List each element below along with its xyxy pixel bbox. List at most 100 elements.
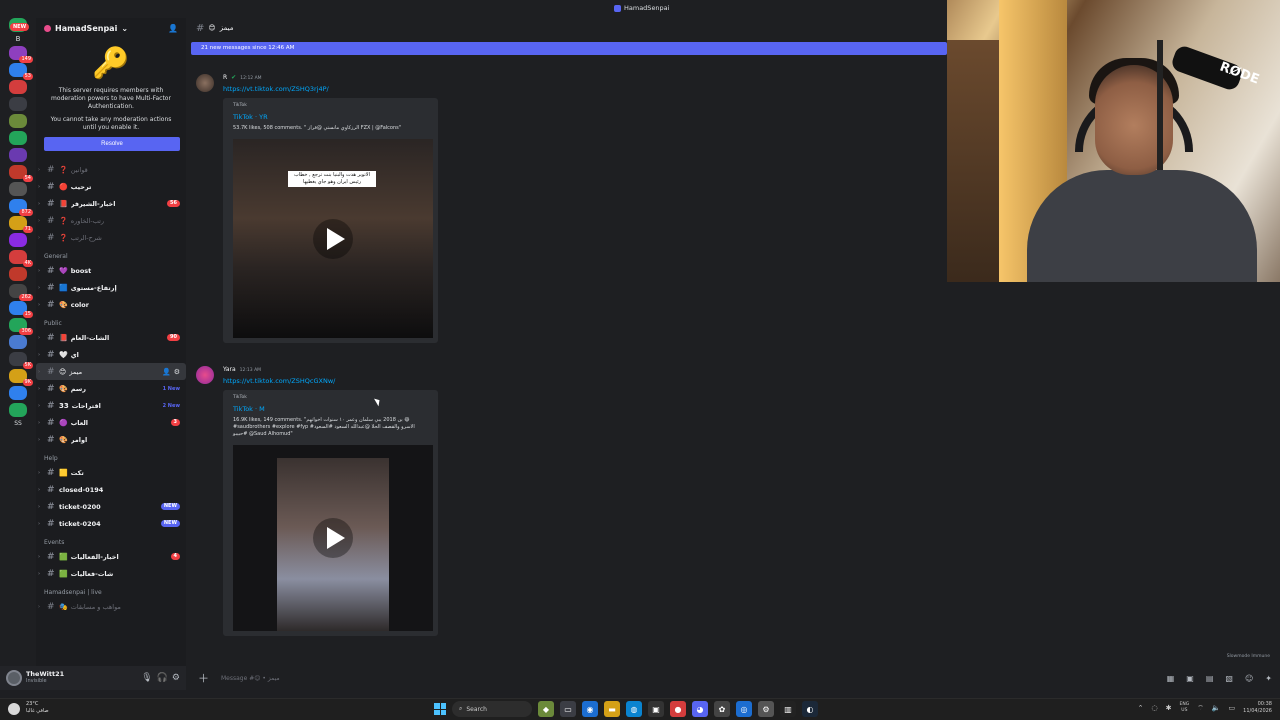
weather-widget[interactable]: 23°C صافي غالبا [26, 701, 49, 715]
avatar[interactable] [6, 670, 22, 686]
server-header[interactable]: HamadSenpai ⌄ 👤 [36, 18, 186, 38]
channel-item[interactable]: › # 🎭 مواهب و مسابقات [36, 598, 186, 615]
gift-icon[interactable]: ▣ [1186, 674, 1194, 683]
channel-item[interactable]: › # 💜 boost [36, 262, 186, 279]
settings-icon[interactable]: ⚙ [758, 701, 774, 717]
channel-item[interactable]: › # ticket-0204 NEW [36, 515, 186, 532]
gear-icon[interactable]: ⚙ [172, 673, 180, 683]
video-preview[interactable] [233, 445, 433, 631]
browser-icon[interactable]: ◉ [582, 701, 598, 717]
channel-item[interactable]: › # ticket-0200 NEW [36, 498, 186, 515]
server-icon[interactable] [9, 386, 27, 400]
channel-item[interactable]: › # 🟩 اخبار-الفعاليات 4 [36, 548, 186, 565]
server-icon[interactable]: 53 [9, 63, 33, 80]
channel-item[interactable]: › # ❓ رتب-الخاوره [36, 212, 186, 229]
server-icon[interactable]: 71 [9, 216, 33, 233]
embed-title[interactable]: TikTok · M [233, 405, 430, 413]
play-icon[interactable] [313, 218, 353, 259]
terminal-icon[interactable]: ▥ [780, 701, 796, 717]
channel-item[interactable]: › # 🔴 ترحيب [36, 178, 186, 195]
microphone-icon[interactable]: 🎙 [141, 673, 152, 683]
embed-title[interactable]: TikTok · YR [233, 113, 430, 121]
discord-icon[interactable]: ◕ [692, 701, 708, 717]
emoji-icon[interactable]: ☺ [1245, 674, 1253, 683]
server-icon[interactable] [9, 335, 27, 349]
add-member-icon[interactable]: 👤 [168, 24, 178, 33]
server-icon[interactable] [9, 267, 27, 281]
channel-item[interactable]: › # ❓ قوانين [36, 161, 186, 178]
message-author[interactable]: Yara [223, 366, 236, 373]
category-header[interactable]: General [36, 246, 186, 262]
invite-icon[interactable]: 👤 [162, 368, 171, 376]
server-icon[interactable]: 4K [9, 250, 33, 267]
apps-icon[interactable]: ▦ [1167, 674, 1175, 683]
channel-item[interactable]: › # 😊 ميمز 👤 ⚙ [36, 363, 186, 380]
server-icon[interactable] [9, 131, 27, 145]
bluetooth-icon[interactable]: ✱ [1166, 704, 1172, 712]
channel-item[interactable]: › # 🤍 اي [36, 346, 186, 363]
channel-item[interactable]: › # 🎨 color [36, 296, 186, 313]
server-icon[interactable] [9, 80, 27, 94]
channel-item[interactable]: › # 🟨 تكت [36, 464, 186, 481]
avatar[interactable] [196, 74, 214, 92]
server-icon[interactable]: 15 [9, 301, 33, 318]
gif-icon[interactable]: ▤ [1206, 674, 1214, 683]
file-explorer-icon[interactable]: ▬ [604, 701, 620, 717]
gear-icon[interactable]: ⚙ [174, 368, 180, 376]
resolve-button[interactable]: Resolve [44, 137, 180, 151]
server-icon[interactable]: 9K [9, 369, 33, 386]
widget-app-icon[interactable]: ◆ [538, 701, 554, 717]
activities-icon[interactable]: ✦ [1265, 674, 1272, 683]
server-icon[interactable]: 149 [9, 46, 33, 63]
headphones-icon[interactable]: 🎧 [157, 673, 168, 683]
category-header[interactable]: Public [36, 313, 186, 329]
channel-item[interactable]: › # 🟣 العاب 3 [36, 414, 186, 431]
avatar[interactable] [196, 366, 214, 384]
channel-item[interactable]: › # 🎨 اوامر [36, 431, 186, 448]
app-red-icon[interactable]: ● [670, 701, 686, 717]
language-indicator[interactable]: ENG US [1180, 702, 1190, 714]
edge-icon[interactable]: ◍ [626, 701, 642, 717]
app-gray-icon[interactable]: ✿ [714, 701, 730, 717]
server-icon[interactable] [9, 233, 27, 247]
sticker-icon[interactable]: ▧ [1225, 674, 1233, 683]
server-icon[interactable]: 54 [9, 165, 33, 182]
clock[interactable]: 00:38 11/04/2026 [1243, 701, 1272, 715]
server-letter[interactable]: B [16, 35, 21, 43]
category-header[interactable]: Help [36, 448, 186, 464]
server-icon[interactable]: 5K [9, 352, 33, 369]
windows-start-icon[interactable] [434, 703, 446, 715]
store-icon[interactable]: ▣ [648, 701, 664, 717]
wifi-icon[interactable]: ⌔ [1197, 704, 1204, 713]
category-header[interactable]: Events [36, 532, 186, 548]
play-icon[interactable] [313, 518, 353, 558]
new-messages-bar[interactable]: 21 new messages since 12:46 AM [191, 42, 947, 55]
channel-item[interactable]: › # 🟩 شات-فعاليات [36, 565, 186, 582]
server-shortcut[interactable]: SS [14, 420, 22, 428]
add-attachment-icon[interactable]: ＋ [198, 670, 209, 686]
server-icon[interactable] [9, 403, 27, 417]
message-input[interactable]: Message #😊 • ميمز [221, 675, 1155, 682]
server-icon[interactable] [9, 114, 27, 128]
task-view-icon[interactable]: ▭ [560, 701, 576, 717]
server-icon[interactable]: 262 [9, 284, 33, 301]
channel-item[interactable]: › # ❓ شرح-الرتب [36, 229, 186, 246]
channel-item[interactable]: › #33 اقتراحات 2 New [36, 397, 186, 414]
network-icon[interactable]: ◌ [1152, 704, 1158, 712]
channel-item[interactable]: › # closed-0194 [36, 481, 186, 498]
channel-item[interactable]: › # 📕 الشات-العام 90 [36, 329, 186, 346]
channel-item[interactable]: › # 📕 اخبار-الشيرفر 56 [36, 195, 186, 212]
server-icon[interactable] [9, 148, 27, 162]
server-icon[interactable]: 872 [9, 199, 33, 216]
steam-icon[interactable]: ◐ [802, 701, 818, 717]
chevron-up-icon[interactable]: ⌃ [1138, 704, 1144, 712]
channel-item[interactable]: › # 🎨 رسم 1 New [36, 380, 186, 397]
battery-icon[interactable]: ▭ [1229, 704, 1236, 712]
volume-icon[interactable]: 🔈 [1212, 704, 1221, 712]
video-preview[interactable]: الاتوبر هدت والبنيا بنت ترجع , خطاب رئيس… [233, 139, 433, 338]
server-icon[interactable]: 306 [9, 318, 33, 335]
channel-item[interactable]: › # 🟦 إرتفاع-مستوى [36, 279, 186, 296]
taskbar-search[interactable]: ⌕ Search [452, 701, 532, 717]
message-link[interactable]: https://vt.tiktok.com/ZSHQcGXNw/ [223, 377, 796, 385]
weather-icon[interactable] [8, 703, 20, 715]
